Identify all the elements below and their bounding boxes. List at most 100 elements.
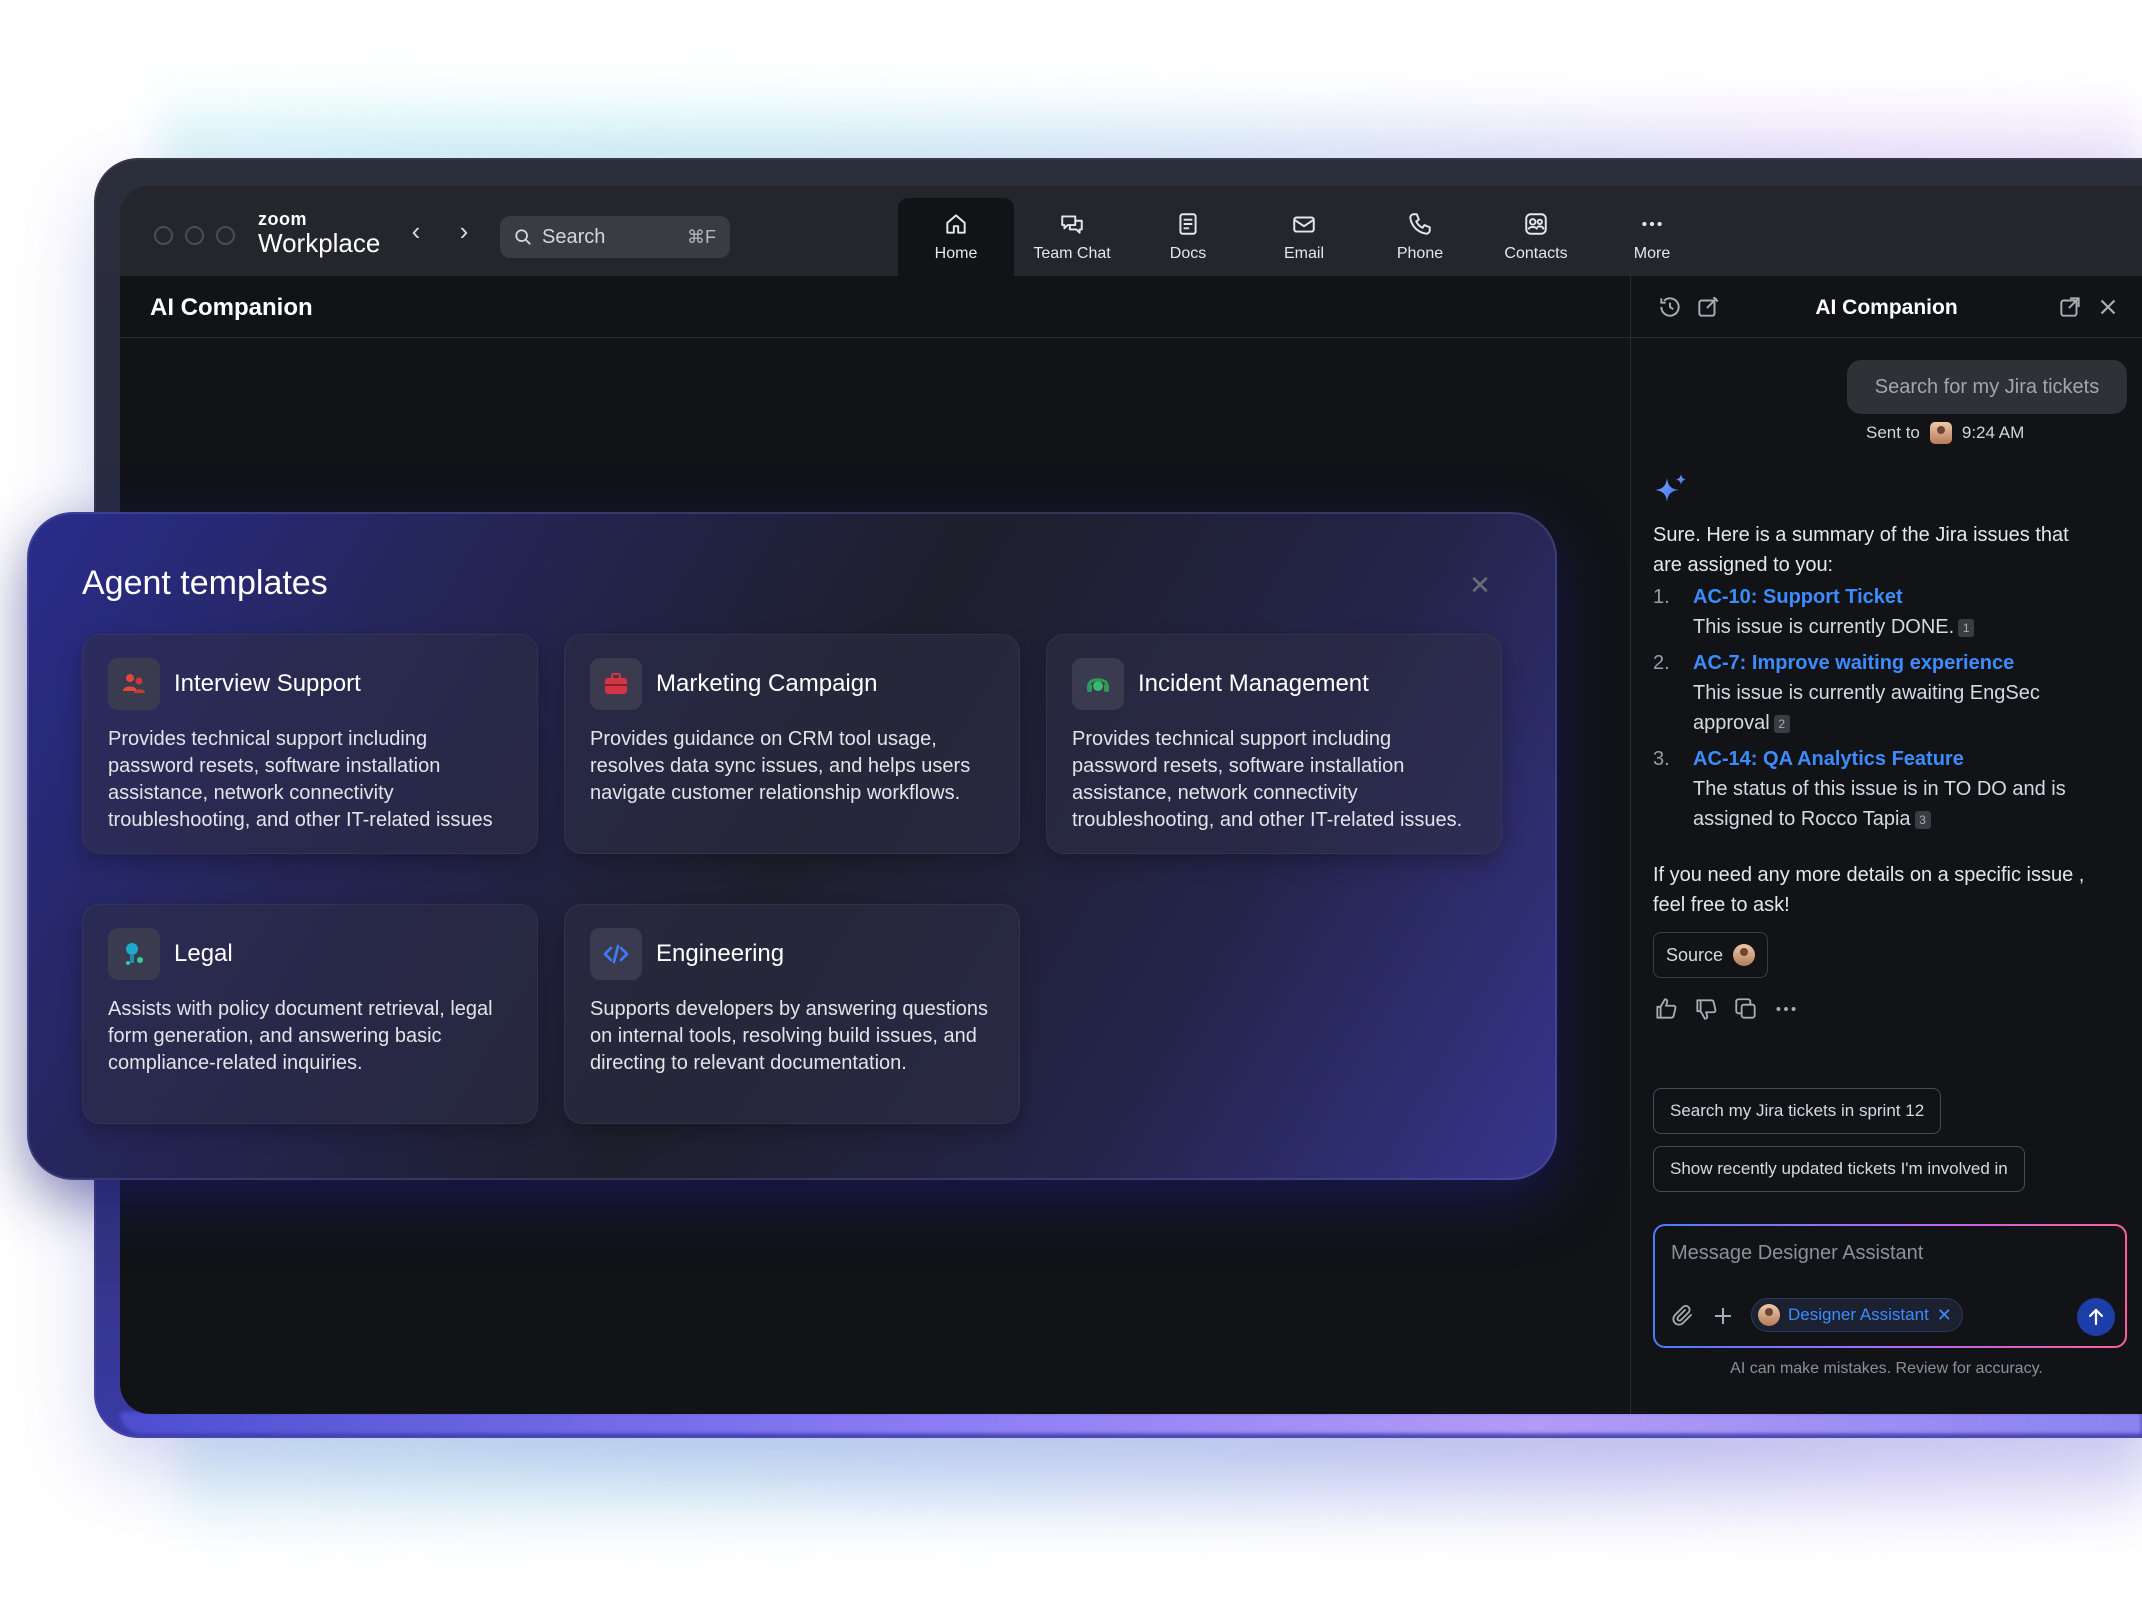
- window-maximize-button[interactable]: [216, 226, 235, 245]
- docs-icon: [1179, 213, 1197, 235]
- issue-number: 1.: [1653, 586, 1670, 608]
- tab-more[interactable]: More: [1594, 198, 1710, 276]
- close-icon[interactable]: ✕: [1469, 572, 1491, 598]
- briefcase-icon: [590, 658, 642, 710]
- search-icon: [515, 229, 531, 245]
- tab-label: Team Chat: [1033, 245, 1111, 262]
- issue-description: The status of this issue is in TO DO and…: [1693, 778, 2066, 830]
- tab-phone[interactable]: Phone: [1362, 198, 1478, 276]
- issue-link[interactable]: AC-10: Support Ticket: [1693, 582, 2093, 612]
- tab-contacts[interactable]: Contacts: [1478, 198, 1594, 276]
- panel-header: AI Companion: [1631, 276, 2142, 338]
- agent-chip[interactable]: Designer Assistant ✕: [1751, 1298, 1963, 1332]
- issue-number: 2.: [1653, 652, 1670, 674]
- main-tabs: Home Team Chat Docs Email Phone Contacts: [898, 198, 1710, 276]
- chip-label: Designer Assistant: [1788, 1305, 1929, 1324]
- home-icon: [946, 214, 966, 234]
- send-button[interactable]: [2077, 1298, 2115, 1336]
- tab-label: Contacts: [1504, 245, 1568, 262]
- tab-label: Home: [934, 245, 978, 262]
- citation-badge[interactable]: 3: [1914, 810, 1931, 829]
- tab-label: Email: [1283, 245, 1324, 262]
- copy-icon[interactable]: [1733, 996, 1759, 1022]
- citation-badge[interactable]: 2: [1773, 714, 1790, 733]
- search-shortcut: ⌘F: [687, 226, 716, 247]
- template-card-interview-support[interactable]: Interview Support Provides technical sup…: [82, 634, 538, 854]
- window-minimize-button[interactable]: [185, 226, 204, 245]
- brand-big: Workplace: [258, 228, 381, 258]
- issue-link[interactable]: AC-14: QA Analytics Feature: [1693, 744, 2093, 774]
- card-title: Legal: [174, 940, 233, 967]
- tab-team-chat[interactable]: Team Chat: [1014, 198, 1130, 276]
- issue-list: 1. AC-10: Support Ticket This issue is c…: [1653, 582, 2093, 840]
- window-controls: [154, 226, 235, 245]
- message-actions: [1653, 996, 1799, 1022]
- disclaimer-text: AI can make mistakes. Review for accurac…: [1730, 1360, 2043, 1377]
- tab-email[interactable]: Email: [1246, 198, 1362, 276]
- code-icon: [590, 928, 642, 980]
- card-description: Provides technical support including pas…: [1072, 728, 1463, 831]
- avatar: [1929, 422, 1952, 444]
- message-composer[interactable]: Message Designer Assistant Designer Assi…: [1653, 1224, 2127, 1348]
- tab-label: More: [1633, 245, 1671, 262]
- forward-arrow-icon[interactable]: ›: [453, 218, 475, 244]
- frame-accent-line: [120, 1412, 2142, 1434]
- template-card-incident-management[interactable]: Incident Management Provides technical s…: [1046, 634, 1502, 854]
- agent-templates-modal: Agent templates ✕ Interview Support Prov…: [27, 512, 1557, 1180]
- search-input[interactable]: Search ⌘F: [500, 216, 730, 258]
- close-icon[interactable]: [2095, 294, 2121, 320]
- source-button[interactable]: Source: [1653, 932, 1769, 978]
- remove-chip-icon[interactable]: ✕: [1937, 1305, 1952, 1326]
- tab-label: Docs: [1169, 245, 1207, 262]
- suggestion-chip[interactable]: Show recently updated tickets I'm involv…: [1653, 1146, 2025, 1192]
- user-message-bubble: Search for my Jira tickets: [1847, 360, 2127, 414]
- template-card-marketing-campaign[interactable]: Marketing Campaign Provides guidance on …: [564, 634, 1020, 854]
- card-title: Incident Management: [1138, 670, 1369, 697]
- window-close-button[interactable]: [154, 226, 173, 245]
- people-icon: [108, 658, 160, 710]
- template-card-engineering[interactable]: Engineering Supports developers by answe…: [564, 904, 1020, 1124]
- search-label: Search: [542, 225, 606, 248]
- sent-to-label: Sent to: [1866, 423, 1920, 442]
- composer-placeholder: Message Designer Assistant: [1671, 1242, 1924, 1264]
- list-item: 3. AC-14: QA Analytics Feature The statu…: [1653, 744, 2093, 834]
- card-description: Assists with policy document retrieval, …: [108, 998, 493, 1074]
- card-description: Provides guidance on CRM tool usage, res…: [590, 728, 971, 804]
- title-bar: zoom Workplace ‹ › Search ⌘F Home Team C…: [120, 186, 2142, 276]
- email-icon: [1293, 216, 1315, 233]
- pop-out-icon[interactable]: [2057, 294, 2083, 320]
- headset-icon: [1072, 658, 1124, 710]
- issue-number: 3.: [1653, 748, 1670, 770]
- thumbs-down-icon[interactable]: [1693, 996, 1719, 1022]
- back-arrow-icon[interactable]: ‹: [405, 218, 427, 244]
- attach-icon[interactable]: [1671, 1304, 1695, 1328]
- ai-sparkle-icon: [1655, 474, 1686, 502]
- citation-badge[interactable]: 1: [1958, 618, 1975, 637]
- avatar: [1758, 1304, 1780, 1326]
- chat-icon: [1061, 215, 1083, 234]
- more-options-icon[interactable]: [1773, 996, 1799, 1022]
- card-description: Supports developers by answering questio…: [590, 998, 989, 1074]
- plus-icon[interactable]: [1711, 1304, 1735, 1328]
- legal-icon: [108, 928, 160, 980]
- card-title: Engineering: [656, 940, 785, 967]
- tab-label: Phone: [1396, 245, 1444, 262]
- tab-home[interactable]: Home: [898, 198, 1014, 276]
- phone-icon: [1409, 213, 1431, 235]
- brand-small: zoom: [258, 209, 307, 229]
- source-label: Source: [1666, 944, 1724, 965]
- thumbs-up-icon[interactable]: [1653, 996, 1679, 1022]
- main-header: AI Companion: [120, 276, 1630, 338]
- card-description: Provides technical support including pas…: [108, 728, 493, 831]
- page-title: AI Companion: [150, 294, 313, 321]
- tab-docs[interactable]: Docs: [1130, 198, 1246, 276]
- ai-companion-panel: AI Companion Search for my Jira tickets …: [1631, 276, 2142, 1414]
- template-card-legal[interactable]: Legal Assists with policy document retri…: [82, 904, 538, 1124]
- suggestion-chip[interactable]: Search my Jira tickets in sprint 12: [1653, 1088, 1942, 1134]
- arrow-up-icon: [2088, 1308, 2104, 1326]
- issue-link[interactable]: AC-7: Improve waiting experience: [1693, 648, 2093, 678]
- sent-time: 9:24 AM: [1961, 423, 2025, 442]
- sent-status: Sent to 9:24 AM: [1866, 422, 2024, 444]
- contacts-icon: [1525, 213, 1547, 235]
- modal-title: Agent templates: [82, 564, 328, 602]
